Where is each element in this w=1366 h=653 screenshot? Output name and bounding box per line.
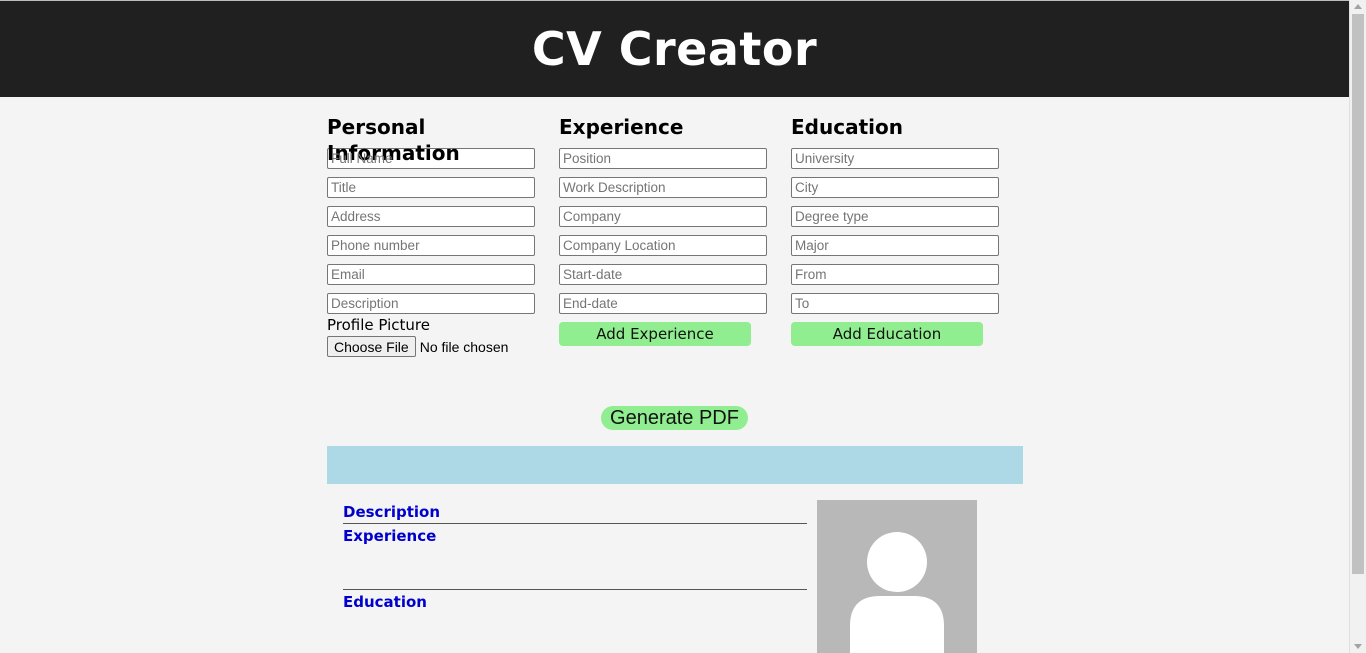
email-input[interactable] <box>327 264 535 285</box>
scroll-up-icon[interactable] <box>1354 4 1362 9</box>
divider <box>343 523 807 524</box>
to-input[interactable] <box>791 293 999 314</box>
generate-pdf-button[interactable]: Generate PDF <box>601 406 748 430</box>
title-input[interactable] <box>327 177 535 198</box>
position-input[interactable] <box>559 148 767 169</box>
experience-heading: Experience <box>559 115 684 139</box>
address-input[interactable] <box>327 206 535 227</box>
city-input[interactable] <box>791 177 999 198</box>
personal-info-section: Personal Information Profile Picture Cho… <box>327 114 542 357</box>
vertical-scrollbar[interactable] <box>1349 0 1366 653</box>
profile-picture-file-input: Choose File No file chosen <box>327 336 542 357</box>
phone-number-input[interactable] <box>327 235 535 256</box>
degree-type-input[interactable] <box>791 206 999 227</box>
app-title: CV Creator <box>531 22 818 76</box>
end-date-input[interactable] <box>559 293 767 314</box>
preview-description-title: Description <box>343 503 441 521</box>
preview-experience-title: Experience <box>343 527 437 545</box>
scroll-down-icon[interactable] <box>1354 644 1362 649</box>
divider <box>343 589 807 590</box>
experience-section: Experience Add Experience <box>559 114 774 346</box>
scrollbar-thumb[interactable] <box>1352 14 1364 574</box>
add-experience-button[interactable]: Add Experience <box>559 322 751 346</box>
company-input[interactable] <box>559 206 767 227</box>
personal-info-heading: Personal Information <box>327 115 460 165</box>
description-input[interactable] <box>327 293 535 314</box>
cv-preview-header <box>327 446 1023 484</box>
start-date-input[interactable] <box>559 264 767 285</box>
work-description-input[interactable] <box>559 177 767 198</box>
app-header: CV Creator <box>0 1 1349 97</box>
profile-picture-label: Profile Picture <box>327 316 430 334</box>
profile-picture-preview <box>817 500 977 653</box>
education-heading: Education <box>791 115 903 139</box>
university-input[interactable] <box>791 148 999 169</box>
add-education-button[interactable]: Add Education <box>791 322 983 346</box>
default-avatar-icon <box>850 532 944 653</box>
file-status-text: No file chosen <box>419 338 509 355</box>
from-input[interactable] <box>791 264 999 285</box>
choose-file-button[interactable]: Choose File <box>327 336 416 357</box>
preview-education-title: Education <box>343 593 427 611</box>
education-section: Education Add Education <box>791 114 1006 346</box>
major-input[interactable] <box>791 235 999 256</box>
company-location-input[interactable] <box>559 235 767 256</box>
